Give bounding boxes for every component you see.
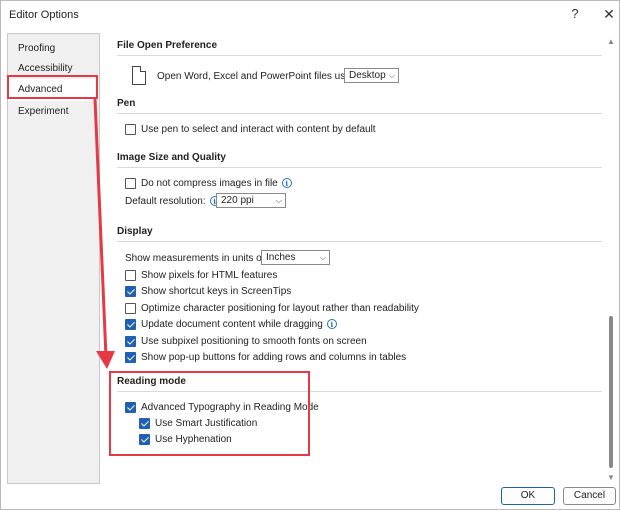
section-header-file-open: File Open Preference (117, 40, 218, 51)
section-header-display: Display (117, 226, 153, 237)
editor-options-dialog: Editor Options ? ✕ Proofing Accessibilit… (0, 0, 620, 510)
scrollbar-thumb[interactable] (609, 316, 613, 468)
display-option-label: Show shortcut keys in ScreenTips (141, 285, 292, 297)
resolution-dropdown[interactable]: 220 ppi ⌵ (216, 193, 286, 208)
file-open-label-text: Open Word, Excel and PowerPoint files us… (157, 70, 362, 82)
display-checkbox[interactable] (125, 285, 136, 297)
section-header-image: Image Size and Quality (117, 152, 226, 163)
document-icon (132, 66, 146, 85)
chevron-down-icon: ⌵ (388, 71, 395, 80)
close-button[interactable]: ✕ (598, 4, 620, 24)
resolution-label: Default resolution: (125, 195, 206, 207)
display-option-label: Show pixels for HTML features (141, 269, 278, 281)
display-checkbox[interactable] (125, 302, 136, 314)
options-nav: Proofing Accessibility Advanced Experime… (7, 33, 100, 484)
scroll-up-icon[interactable]: ▲ (607, 37, 615, 46)
display-option[interactable]: Show shortcut keys in ScreenTips (125, 284, 291, 298)
file-open-dropdown-value: Desktop (349, 70, 386, 81)
units-dropdown[interactable]: Inches ⌵ (261, 250, 330, 265)
annotation-highlight-advanced (7, 75, 98, 99)
compress-option-label: Do not compress images in file (141, 177, 278, 189)
vertical-scrollbar[interactable]: ▲ ▼ (606, 33, 616, 484)
pen-option-label: Use pen to select and interact with cont… (141, 123, 376, 135)
display-option[interactable]: Show pop-up buttons for adding rows and … (125, 350, 406, 364)
resolution-row: Default resolution: i (125, 194, 220, 208)
display-checkbox[interactable] (125, 335, 136, 347)
compress-option[interactable]: Do not compress images in file i (125, 176, 292, 190)
display-option[interactable]: Optimize character positioning for layou… (125, 301, 419, 315)
units-label: Show measurements in units of: (125, 252, 268, 264)
window-title: Editor Options (9, 9, 79, 21)
display-option-label: Optimize character positioning for layou… (141, 302, 419, 314)
section-divider (117, 55, 602, 56)
compress-checkbox[interactable] (125, 177, 136, 189)
resolution-dropdown-value: 220 ppi (221, 195, 254, 206)
display-option-label: Use subpixel positioning to smooth fonts… (141, 335, 367, 347)
display-checkbox[interactable] (125, 269, 136, 281)
chevron-down-icon: ⌵ (319, 253, 326, 262)
display-option[interactable]: Show pixels for HTML features (125, 268, 277, 282)
display-checkbox[interactable] (125, 351, 136, 363)
display-checkbox[interactable] (125, 318, 136, 330)
cancel-button[interactable]: Cancel (563, 487, 616, 505)
ok-button[interactable]: OK (501, 487, 555, 505)
nav-item-proofing[interactable]: Proofing (8, 38, 99, 60)
pen-option[interactable]: Use pen to select and interact with cont… (125, 122, 376, 136)
info-icon[interactable]: i (281, 178, 292, 188)
section-divider (117, 113, 602, 114)
pen-checkbox[interactable] (125, 123, 136, 135)
annotation-highlight-reading-mode (109, 371, 310, 456)
display-option-label: Update document content while dragging (141, 318, 323, 330)
display-option[interactable]: Update document content while dragging i (125, 317, 337, 331)
display-option-label: Show pop-up buttons for adding rows and … (141, 351, 407, 363)
section-divider (117, 241, 602, 242)
units-dropdown-value: Inches (266, 252, 296, 263)
info-icon[interactable]: i (326, 319, 337, 329)
section-divider (117, 167, 602, 168)
display-option[interactable]: Use subpixel positioning to smooth fonts… (125, 334, 367, 348)
title-bar: Editor Options ? ✕ (1, 1, 620, 27)
file-open-dropdown[interactable]: Desktop ⌵ (344, 68, 399, 83)
nav-item-experiment[interactable]: Experiment (8, 101, 99, 123)
file-open-label: Open Word, Excel and PowerPoint files us… (157, 69, 361, 83)
chevron-down-icon: ⌵ (275, 196, 282, 205)
units-row: Show measurements in units of: (125, 251, 267, 265)
scroll-down-icon[interactable]: ▼ (607, 473, 615, 482)
help-button[interactable]: ? (564, 4, 586, 24)
section-header-pen: Pen (117, 98, 136, 109)
